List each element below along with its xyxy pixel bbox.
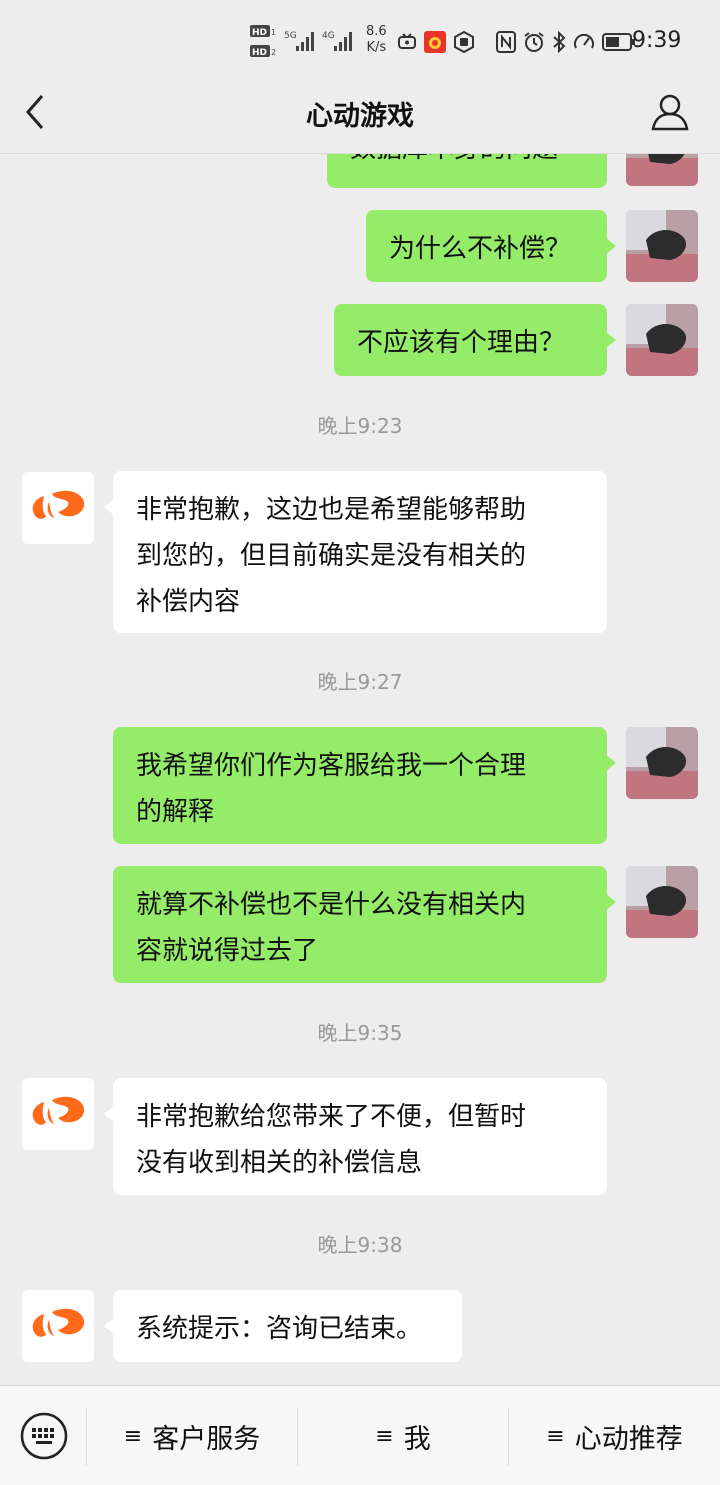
clock: 9:39 bbox=[632, 28, 682, 53]
message-line: 我希望你们作为客服给我一个合理 bbox=[136, 751, 527, 781]
svg-text:1: 1 bbox=[271, 28, 276, 37]
page-title: 心动游戏 bbox=[306, 101, 414, 132]
message-text: 为什么不补偿？ bbox=[389, 234, 572, 264]
svg-text:4G: 4G bbox=[322, 31, 335, 41]
battery-icon bbox=[602, 32, 636, 52]
status-bar: HD 1 HD 2 5G 4G 8.6 K/s 9:39 bbox=[0, 0, 720, 80]
svg-text:HD: HD bbox=[252, 48, 267, 58]
message-text: 数据库本身的问题 bbox=[350, 154, 585, 172]
service-avatar[interactable] bbox=[22, 1078, 94, 1150]
hand-icon bbox=[453, 31, 475, 53]
brand-logo-icon bbox=[32, 490, 85, 519]
profile-button[interactable] bbox=[650, 92, 690, 132]
keyboard-toggle-button[interactable] bbox=[20, 1412, 68, 1460]
keyboard-icon bbox=[20, 1412, 68, 1460]
user-avatar[interactable] bbox=[626, 210, 698, 282]
svg-text:5G: 5G bbox=[284, 31, 297, 41]
message-line: 到您的，但目前确实是没有相关的 bbox=[136, 541, 527, 571]
message-bubble[interactable]: 非常抱歉，这边也是希望能够帮助 到您的，但目前确实是没有相关的 补偿内容 bbox=[104, 471, 607, 633]
message-bubble[interactable]: 系统提示：咨询已结束。 bbox=[104, 1290, 462, 1362]
message-text: 不应该有个理由？ bbox=[357, 328, 566, 358]
status-icons bbox=[397, 30, 636, 54]
signal-icon: HD 1 HD 2 5G 4G bbox=[250, 25, 352, 58]
message-line: 就算不补偿也不是什么没有相关内 bbox=[136, 890, 527, 920]
menu-label: 客户服务 bbox=[152, 1423, 261, 1455]
message-text: 系统提示：咨询已结束。 bbox=[136, 1314, 423, 1344]
user-avatar[interactable] bbox=[626, 866, 698, 938]
chat-area[interactable]: 数据库本身的问题 为什么不补偿？ 不应该有个理由？ 晚上9:23 非常抱歉，这边… bbox=[0, 154, 720, 1384]
message-line: 非常抱歉给您带来了不便，但暂时 bbox=[136, 1102, 527, 1132]
svg-text:2: 2 bbox=[271, 48, 276, 57]
service-avatar[interactable] bbox=[22, 1290, 94, 1362]
message-bubble[interactable]: 我希望你们作为客服给我一个合理 的解释 bbox=[113, 727, 616, 844]
menu-customer-service[interactable]: ≡ 客户服务 bbox=[87, 1386, 297, 1485]
brand-logo-icon bbox=[32, 1096, 85, 1125]
menu-icon: ≡ bbox=[546, 1423, 565, 1449]
message-line: 没有收到相关的补偿信息 bbox=[136, 1148, 423, 1178]
user-icon bbox=[651, 94, 689, 131]
service-avatar[interactable] bbox=[22, 472, 94, 544]
message-bubble[interactable]: 不应该有个理由？ bbox=[334, 304, 616, 376]
message-line: 的解释 bbox=[136, 797, 215, 827]
user-avatar[interactable] bbox=[626, 304, 698, 376]
menu-label: 心动推荐 bbox=[574, 1423, 683, 1455]
message-timestamp: 晚上9:23 bbox=[317, 414, 403, 438]
svg-text:HD: HD bbox=[252, 28, 267, 38]
message-timestamp: 晚上9:38 bbox=[317, 1233, 403, 1257]
bottom-menu: ≡ 客户服务 ≡ 我 ≡ 心动推荐 bbox=[0, 1385, 720, 1485]
message-line: 容就说得过去了 bbox=[136, 936, 319, 966]
network-speed: 8.6 K/s bbox=[366, 24, 387, 55]
menu-label: 我 bbox=[403, 1423, 431, 1455]
message-bubble[interactable]: 非常抱歉给您带来了不便，但暂时 没有收到相关的补偿信息 bbox=[104, 1078, 607, 1195]
menu-icon: ≡ bbox=[375, 1423, 394, 1449]
speedometer-icon bbox=[573, 31, 595, 53]
user-avatar[interactable] bbox=[626, 727, 698, 799]
message-bubble[interactable]: 为什么不补偿？ bbox=[366, 210, 616, 282]
menu-icon: ≡ bbox=[123, 1423, 143, 1449]
message-line: 非常抱歉，这边也是希望能够帮助 bbox=[136, 495, 527, 525]
message-timestamp: 晚上9:35 bbox=[317, 1021, 403, 1045]
user-avatar[interactable] bbox=[626, 154, 698, 186]
bluetooth-icon bbox=[552, 31, 566, 53]
nfc-icon bbox=[496, 31, 516, 53]
menu-me[interactable]: ≡ 我 bbox=[298, 1386, 508, 1485]
brand-logo-icon bbox=[32, 1308, 85, 1337]
app-notification-icon bbox=[424, 31, 446, 53]
message-line: 补偿内容 bbox=[136, 587, 241, 617]
menu-recommend[interactable]: ≡ 心动推荐 bbox=[509, 1386, 720, 1485]
message-bubble[interactable]: 数据库本身的问题 bbox=[327, 154, 607, 188]
video-icon bbox=[397, 32, 417, 52]
message-timestamp: 晚上9:27 bbox=[317, 670, 403, 694]
alarm-icon bbox=[523, 31, 545, 53]
message-bubble[interactable]: 就算不补偿也不是什么没有相关内 容就说得过去了 bbox=[113, 866, 616, 983]
title-bar: 心动游戏 bbox=[0, 80, 720, 154]
